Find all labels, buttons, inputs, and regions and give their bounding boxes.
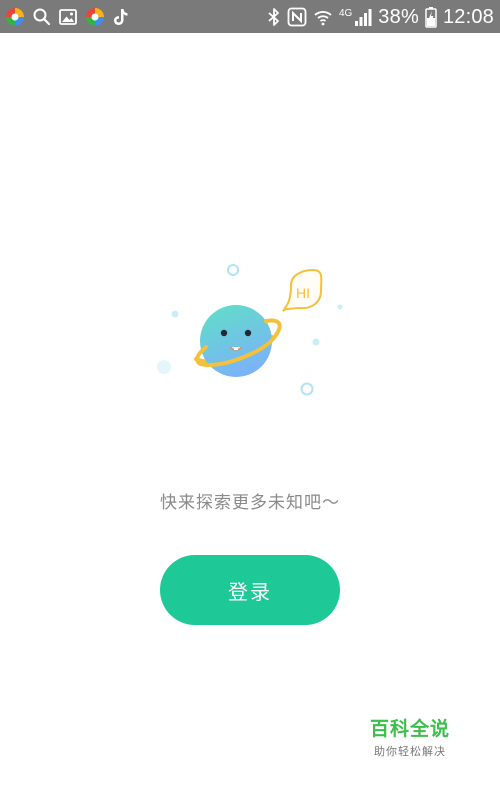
explore-prompt: 快来探索更多未知吧～: [160, 493, 340, 513]
app-logo-icon: [84, 6, 106, 28]
clock: 12:08: [442, 5, 494, 28]
nfc-icon: [287, 7, 307, 27]
gallery-icon: [58, 7, 78, 27]
watermark-subtitle: 助你轻松解决: [374, 745, 446, 758]
status-bar: 4G 38% 12:08: [0, 0, 500, 33]
bluetooth-icon: [267, 7, 281, 27]
network-type-label: 4G: [338, 7, 353, 19]
planet-icon: [194, 305, 282, 377]
system-status: 4G 38% 12:08: [267, 5, 494, 29]
signal-icon: [354, 7, 372, 27]
notification-icons: [4, 6, 130, 28]
login-button[interactable]: 登录: [160, 555, 340, 625]
wifi-icon: [313, 7, 333, 27]
speech-bubble: HI: [282, 268, 323, 312]
search-icon: [32, 7, 52, 27]
app-logo-icon: [4, 6, 26, 28]
watermark: 百科全说 助你轻松解决: [360, 714, 460, 759]
planet-illustration: HI: [150, 255, 350, 405]
tiktok-icon: [112, 7, 130, 27]
watermark-title: 百科全说: [369, 718, 450, 740]
battery-charging-icon: [425, 6, 437, 28]
battery-percent: 38%: [378, 5, 419, 28]
bubble-text: HI: [296, 285, 310, 301]
